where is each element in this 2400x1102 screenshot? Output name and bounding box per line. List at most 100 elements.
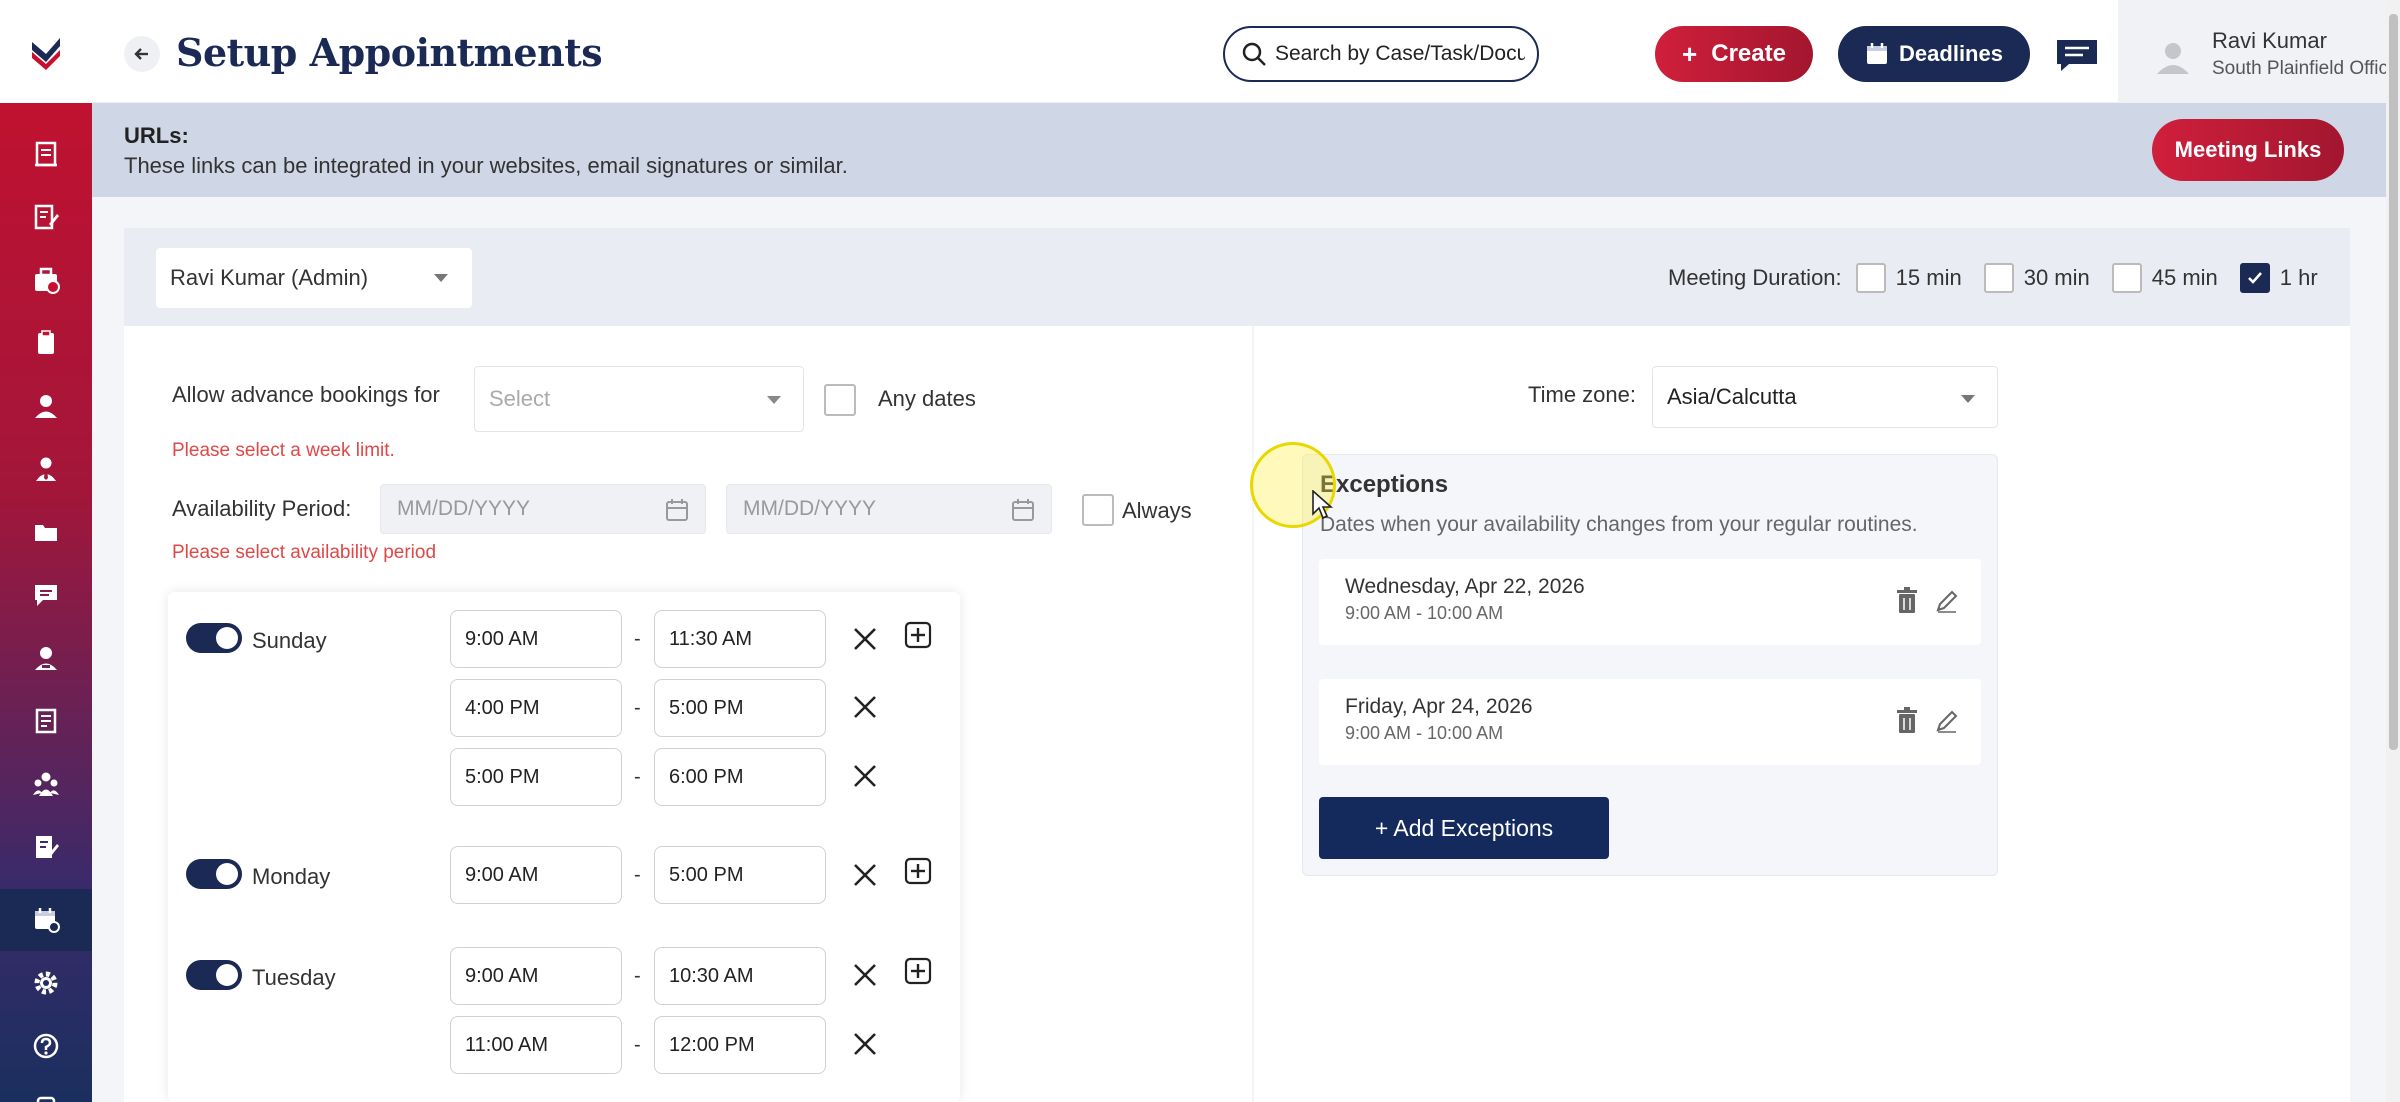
always-label: Always: [1122, 498, 1192, 523]
always-checkbox[interactable]: [1082, 494, 1114, 526]
calendar-icon: [666, 499, 688, 521]
sunday-slot2-start[interactable]: 4:00 PM: [450, 679, 622, 737]
sidebar-item-team[interactable]: [0, 753, 92, 815]
search-input[interactable]: [1275, 42, 1525, 66]
timezone-select[interactable]: Asia/Calcutta: [1652, 366, 1998, 428]
back-button[interactable]: [124, 36, 160, 72]
sidebar-item-appointments[interactable]: [0, 889, 92, 951]
availability-start-date[interactable]: MM/DD/YYYY: [380, 484, 706, 534]
sidebar-item-help[interactable]: [0, 1015, 92, 1077]
duration-label: Meeting Duration:: [1668, 265, 1842, 290]
meeting-links-button[interactable]: Meeting Links: [2152, 119, 2344, 181]
tuesday-label: Tuesday: [252, 965, 336, 990]
sidebar-item-ledger[interactable]: [0, 690, 92, 752]
tuesday-slot2-end[interactable]: 12:00 PM: [654, 1016, 826, 1074]
time-separator: -: [634, 628, 641, 650]
briefcase-check-icon: [35, 267, 60, 294]
remove-slot-icon[interactable]: [852, 763, 878, 789]
app-logo[interactable]: [0, 0, 92, 103]
monday-label: Monday: [252, 864, 331, 889]
tuesday-slot1-end[interactable]: 10:30 AM: [654, 947, 826, 1005]
user-office: South Plainfield Office: [2212, 58, 2399, 79]
tuesday-slot1-start[interactable]: 9:00 AM: [450, 947, 622, 1005]
user-icon: [35, 395, 57, 418]
monday-slot1-start[interactable]: 9:00 AM: [450, 846, 622, 904]
sidebar-item-dashboard[interactable]: [0, 123, 92, 185]
exception-item[interactable]: Wednesday, Apr 22, 2026 9:00 AM - 10:00 …: [1319, 559, 1981, 645]
user-menu[interactable]: Ravi Kumar South Plainfield Office: [2118, 0, 2400, 103]
remove-slot-icon[interactable]: [852, 694, 878, 720]
tuesday-slot2-start[interactable]: 11:00 AM: [450, 1016, 622, 1074]
avatar: [2154, 38, 2192, 76]
add-slot-icon[interactable]: [904, 621, 932, 649]
duration-15-label: 15 min: [1895, 265, 1962, 290]
report-icon: [35, 141, 57, 167]
url-description: These links can be integrated in your we…: [124, 153, 848, 178]
sidebar-item-users[interactable]: [0, 627, 92, 689]
checkmark-icon: [2247, 272, 2262, 284]
start-date-placeholder: MM/DD/YYYY: [397, 497, 531, 520]
sunday-toggle[interactable]: [186, 623, 242, 653]
advance-bookings-select[interactable]: Select: [474, 366, 804, 432]
chat-button[interactable]: [2055, 38, 2099, 72]
sidebar-item-clients[interactable]: [0, 438, 92, 500]
monday-toggle[interactable]: [186, 859, 242, 889]
pencil-icon[interactable]: [1935, 589, 1959, 613]
sunday-slot1-end[interactable]: 11:30 AM: [654, 610, 826, 668]
any-dates-checkbox[interactable]: [824, 384, 856, 416]
monday-slot1-end[interactable]: 5:00 PM: [654, 846, 826, 904]
scrollbar-thumb[interactable]: [2389, 14, 2398, 750]
exceptions-title: Exceptions: [1320, 471, 1449, 498]
sidebar-item-more[interactable]: [0, 1078, 92, 1102]
add-exceptions-button[interactable]: + Add Exceptions: [1319, 797, 1609, 859]
duration-30-label: 30 min: [2023, 265, 2090, 290]
deadlines-button[interactable]: Deadlines: [1838, 26, 2030, 82]
sidebar-item-contacts[interactable]: [0, 375, 92, 437]
tuesday-toggle[interactable]: [186, 960, 242, 990]
sunday-slot2-end[interactable]: 5:00 PM: [654, 679, 826, 737]
exception-date: Wednesday, Apr 22, 2026: [1345, 575, 1585, 598]
duration-45-checkbox[interactable]: [2111, 263, 2142, 293]
remove-slot-icon[interactable]: [852, 626, 878, 652]
more-icon: [36, 1096, 56, 1102]
duration-30-checkbox[interactable]: [1983, 263, 2014, 293]
sidebar-item-folders[interactable]: [0, 501, 92, 563]
availability-end-date[interactable]: MM/DD/YYYY: [726, 484, 1052, 534]
sunday-slot1-start[interactable]: 9:00 AM: [450, 610, 622, 668]
time-separator: -: [634, 965, 641, 987]
add-slot-icon[interactable]: [904, 857, 932, 885]
sidebar-item-settings[interactable]: [0, 952, 92, 1014]
search-box[interactable]: [1223, 26, 1539, 82]
sidebar-item-forms[interactable]: [0, 816, 92, 878]
user-select[interactable]: Ravi Kumar (Admin): [156, 248, 472, 308]
sidebar-item-notes[interactable]: [0, 186, 92, 248]
remove-slot-icon[interactable]: [852, 1031, 878, 1057]
person-tie-icon: [36, 457, 56, 481]
add-slot-icon[interactable]: [904, 957, 932, 985]
duration-15-checkbox[interactable]: [1855, 263, 1886, 293]
sidebar-item-calendar-tasks[interactable]: [0, 249, 92, 311]
sunday-slot3-end[interactable]: 6:00 PM: [654, 748, 826, 806]
team-icon: [33, 772, 59, 796]
remove-slot-icon[interactable]: [852, 962, 878, 988]
mouse-cursor-icon: [1312, 490, 1334, 520]
exception-time: 9:00 AM - 10:00 AM: [1345, 603, 1504, 623]
calendar-settings-icon: [35, 908, 60, 933]
time-separator: -: [634, 697, 641, 719]
sunday-slot3-start[interactable]: 5:00 PM: [450, 748, 622, 806]
pencil-icon[interactable]: [1935, 709, 1959, 733]
caret-down-icon: [434, 274, 448, 282]
folder-icon: [35, 525, 57, 541]
trash-icon[interactable]: [1895, 707, 1919, 735]
exception-item[interactable]: Friday, Apr 24, 2026 9:00 AM - 10:00 AM: [1319, 679, 1981, 765]
duration-1hr-checkbox[interactable]: [2239, 263, 2270, 293]
sidebar-item-messages[interactable]: [0, 564, 92, 626]
duration-1hr-label: 1 hr: [2279, 265, 2318, 290]
trash-icon[interactable]: [1895, 587, 1919, 615]
search-icon: [1242, 42, 1266, 66]
help-icon: [33, 1033, 59, 1059]
create-button[interactable]: + Create: [1655, 26, 1813, 82]
sidebar-item-clipboard[interactable]: [0, 312, 92, 374]
remove-slot-icon[interactable]: [852, 862, 878, 888]
availability-period-label: Availability Period:: [172, 496, 352, 521]
